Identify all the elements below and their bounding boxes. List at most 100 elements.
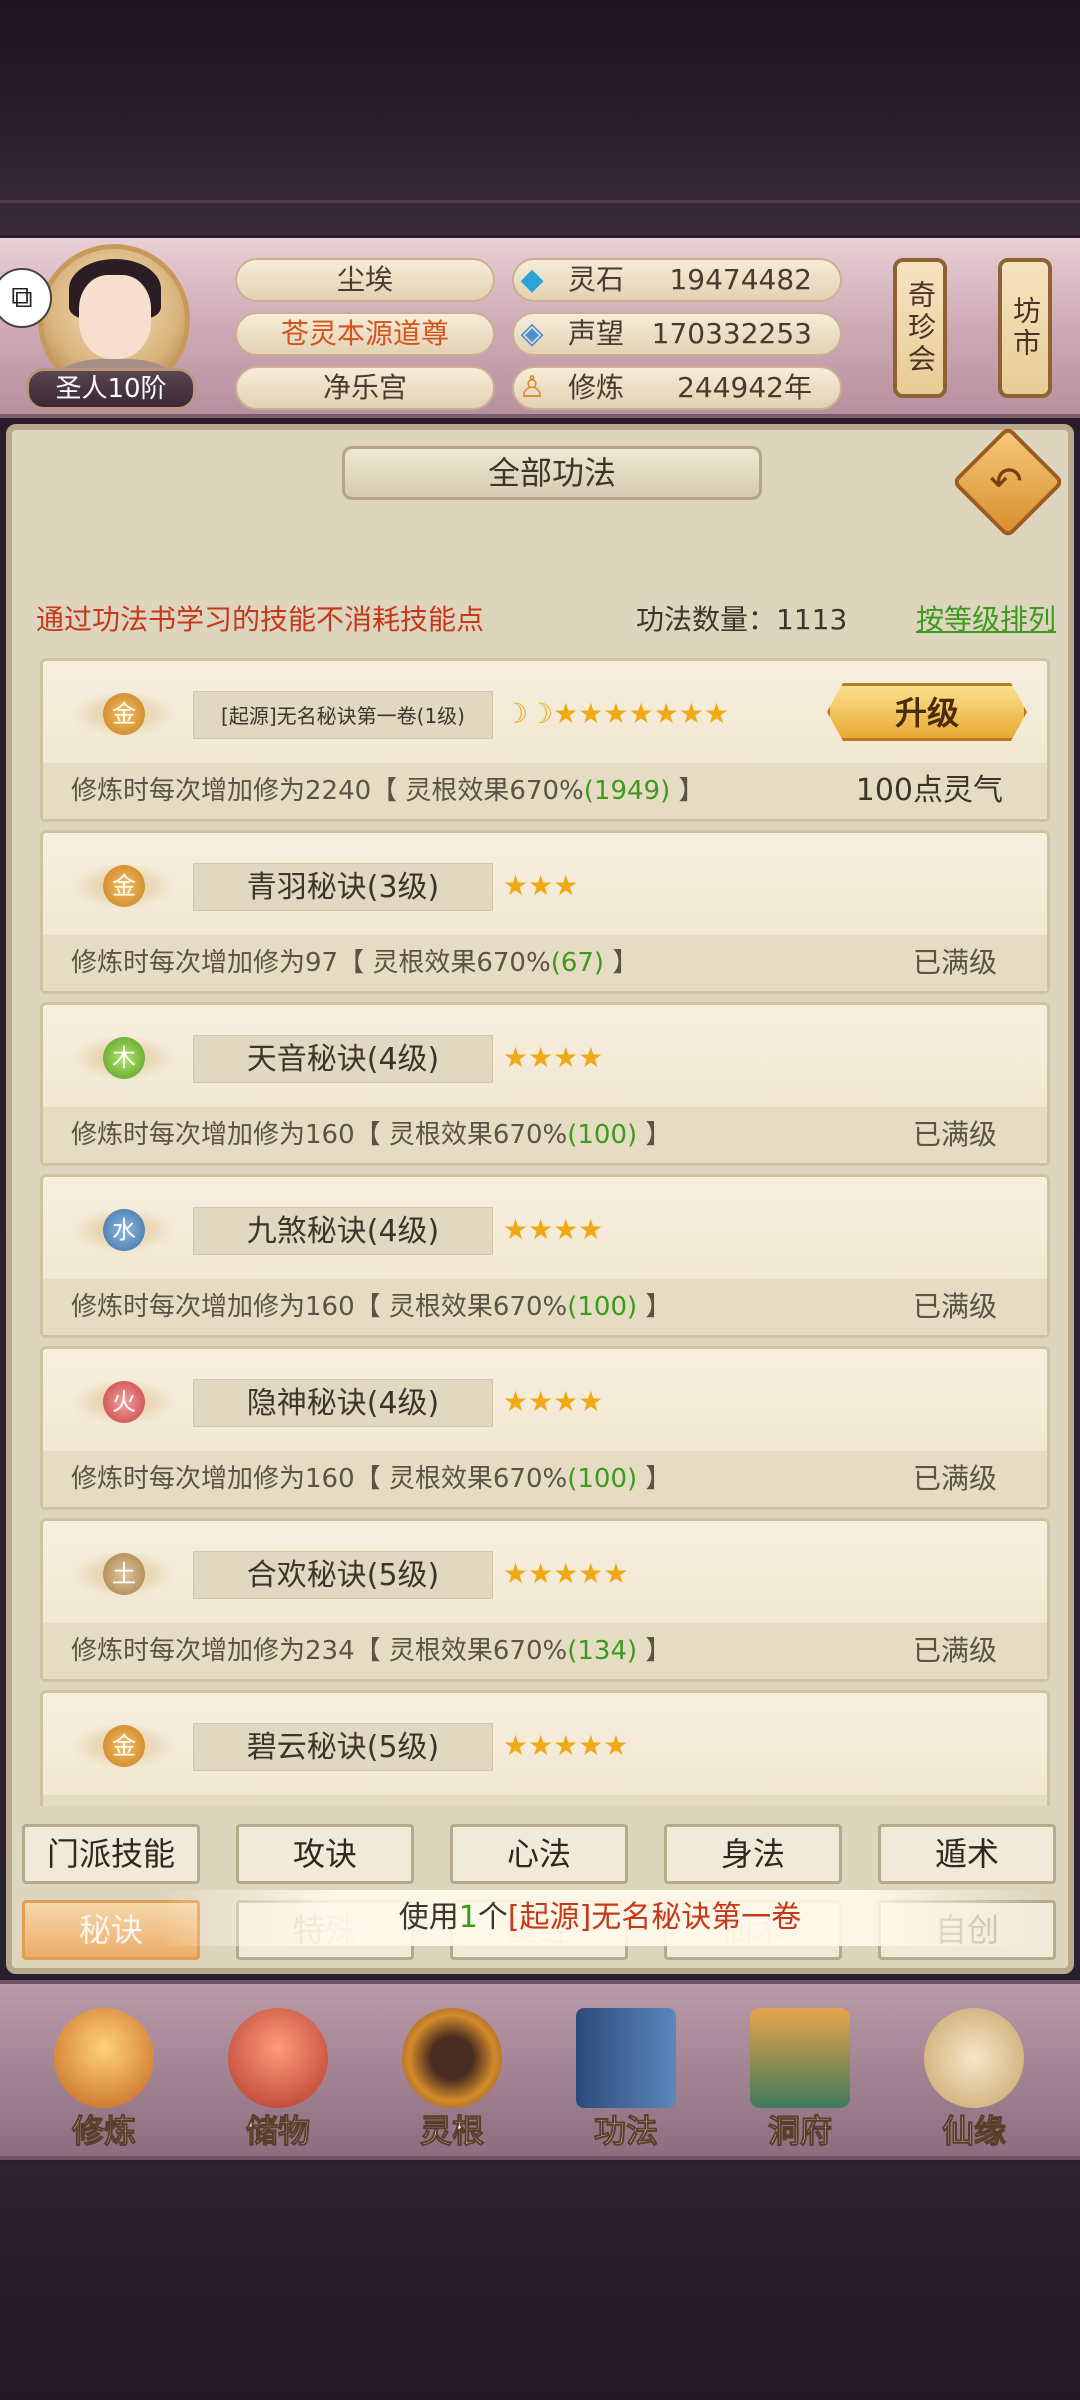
resource-reputation: ◈ 声望 170332253 bbox=[512, 312, 842, 356]
skill-rating: ★★★★ bbox=[503, 1041, 604, 1074]
notice-text: 通过功法书学习的技能不消耗技能点 bbox=[36, 603, 485, 636]
skill-rating: ★★★★ bbox=[503, 1213, 604, 1246]
reputation-icon: ◈ bbox=[520, 316, 544, 351]
element-badge: 土 bbox=[71, 1543, 175, 1605]
max-level-status: 已满级 bbox=[912, 1290, 997, 1323]
treasure-fair-button[interactable]: 奇珍会 bbox=[893, 258, 947, 398]
player-header: ⧉ 圣人10阶 尘埃 苍灵本源道尊 净乐宫 ◆ 灵石 19474482 ◈ 声望… bbox=[0, 238, 1080, 418]
max-level-status: 已满级 bbox=[912, 1118, 997, 1151]
skill-name: 隐神秘诀(4级) bbox=[193, 1379, 493, 1427]
desc-text: 修炼时每次增加修为2240【 灵根效果670% bbox=[71, 776, 584, 806]
toast-count: 1 bbox=[458, 1900, 478, 1935]
resource-label: 修炼 bbox=[568, 371, 625, 404]
element-badge: 水 bbox=[71, 1199, 175, 1261]
nav-label: 功法 bbox=[593, 2112, 658, 2151]
market-button[interactable]: 坊市 bbox=[998, 258, 1052, 398]
max-level-status: 已满级 bbox=[912, 1462, 997, 1495]
desc-text: 修炼时每次增加修为160【 灵根效果670% bbox=[71, 1120, 568, 1150]
spirit-stone-icon: ◆ bbox=[520, 262, 544, 297]
nav-fate[interactable]: 仙缘 bbox=[894, 1994, 1054, 2154]
desc-end: 】 bbox=[637, 1464, 672, 1494]
skill-card[interactable]: 木 天音秘诀(4级) ★★★★ 修炼时每次增加修为160【 灵根效果670%(1… bbox=[40, 1002, 1050, 1166]
element-badge: 火 bbox=[71, 1371, 175, 1433]
skill-rating: ★★★★★ bbox=[503, 1729, 629, 1762]
metal-element-icon: 金 bbox=[103, 1725, 145, 1767]
desc-bonus: (134) bbox=[567, 1636, 638, 1666]
skill-description: 修炼时每次增加修为234【 灵根效果670%(134) 】 bbox=[71, 1631, 671, 1671]
max-level-status: 已满级 bbox=[912, 946, 997, 979]
skills-panel: 全部功法 ↶ 通过功法书学习的技能不消耗技能点 功法数量：1113 按等级排列 … bbox=[6, 424, 1074, 1974]
page-title: 全部功法 bbox=[342, 446, 762, 500]
skill-rating: ☽☽★★★★★★★ bbox=[503, 697, 729, 730]
nav-cave[interactable]: 洞府 bbox=[720, 1994, 880, 2154]
rank-badge: 圣人10阶 bbox=[26, 368, 196, 410]
desc-end: 】 bbox=[604, 948, 639, 978]
gourd-icon bbox=[924, 2008, 1024, 2108]
element-badge: 金 bbox=[71, 683, 175, 745]
element-badge: 木 bbox=[71, 1027, 175, 1089]
max-level-status: 已满级 bbox=[912, 1634, 997, 1667]
skill-description: 修炼时每次增加修为2240【 灵根效果670%(1949) 】 bbox=[71, 771, 705, 811]
water-element-icon: 水 bbox=[103, 1209, 145, 1251]
toast-item: [起源]无名秘诀第一卷 bbox=[507, 1900, 802, 1935]
nav-label: 灵根 bbox=[419, 2112, 484, 2151]
cultivation-icon: ♙ bbox=[518, 370, 546, 405]
skill-card[interactable]: 金 [起源]无名秘诀第一卷(1级) ☽☽★★★★★★★ 升级 修炼时每次增加修为… bbox=[40, 658, 1050, 822]
skill-rating: ★★★★ bbox=[503, 1385, 604, 1418]
resource-value: 170332253 bbox=[651, 317, 812, 350]
resource-spirit-stone: ◆ 灵石 19474482 bbox=[512, 258, 842, 302]
skill-card[interactable]: 金 碧云秘诀(5级) ★★★★★ bbox=[40, 1690, 1050, 1806]
skill-rating: ★★★★★ bbox=[503, 1557, 629, 1590]
skill-card[interactable]: 火 隐神秘诀(4级) ★★★★ 修炼时每次增加修为160【 灵根效果670%(1… bbox=[40, 1346, 1050, 1510]
resource-cultivation: ♙ 修炼 244942年 bbox=[512, 366, 842, 410]
element-badge: 金 bbox=[71, 855, 175, 917]
nav-cultivate[interactable]: 修炼 bbox=[24, 1994, 184, 2154]
nav-label: 洞府 bbox=[767, 2112, 832, 2151]
element-badge: 金 bbox=[71, 1715, 175, 1777]
earth-element-icon: 土 bbox=[103, 1553, 145, 1595]
nav-storage[interactable]: 储物 bbox=[198, 1994, 358, 2154]
skill-description: 修炼时每次增加修为160【 灵根效果670%(100) 】 bbox=[71, 1115, 671, 1155]
nav-spirit-root[interactable]: 灵根 bbox=[372, 1994, 532, 2154]
top-backdrop bbox=[0, 0, 1080, 235]
skill-name: 九煞秘诀(4级) bbox=[193, 1207, 493, 1255]
tab-escape[interactable]: 遁术 bbox=[878, 1824, 1056, 1884]
skill-rating: ★★★ bbox=[503, 869, 579, 902]
player-sect: 净乐宫 bbox=[235, 366, 495, 410]
resource-value: 19474482 bbox=[669, 263, 812, 296]
skill-list[interactable]: 金 [起源]无名秘诀第一卷(1级) ☽☽★★★★★★★ 升级 修炼时每次增加修为… bbox=[40, 658, 1050, 1806]
info-row: 通过功法书学习的技能不消耗技能点 功法数量：1113 按等级排列 bbox=[36, 598, 1056, 642]
player-name: 尘埃 bbox=[235, 258, 495, 302]
tab-sect-skills[interactable]: 门派技能 bbox=[22, 1824, 200, 1884]
book-icon bbox=[576, 2008, 676, 2108]
sort-by-level-link[interactable]: 按等级排列 bbox=[916, 598, 1056, 638]
tab-mind[interactable]: 心法 bbox=[450, 1824, 628, 1884]
skill-card[interactable]: 金 青羽秘诀(3级) ★★★ 修炼时每次增加修为97【 灵根效果670%(67)… bbox=[40, 830, 1050, 994]
upgrade-button[interactable]: 升级 bbox=[827, 683, 1027, 741]
skill-name: 天音秘诀(4级) bbox=[193, 1035, 493, 1083]
player-title: 苍灵本源道尊 bbox=[235, 312, 495, 356]
back-arrow-icon: ↶ bbox=[989, 459, 1023, 505]
bottom-backdrop bbox=[0, 2164, 1080, 2400]
resource-label: 灵石 bbox=[568, 263, 625, 296]
nav-label: 储物 bbox=[245, 2112, 310, 2151]
desc-bonus: (67) bbox=[550, 948, 605, 978]
desc-bonus: (100) bbox=[567, 1464, 638, 1494]
desc-end: 】 bbox=[670, 776, 705, 806]
toast-prefix: 使用 bbox=[398, 1900, 459, 1935]
skill-name: [起源]无名秘诀第一卷(1级) bbox=[193, 691, 493, 739]
desc-bonus: (100) bbox=[567, 1120, 638, 1150]
avatar-face bbox=[79, 275, 151, 359]
desc-text: 修炼时每次增加修为234【 灵根效果670% bbox=[71, 1636, 568, 1666]
tab-attack[interactable]: 攻诀 bbox=[236, 1824, 414, 1884]
skill-name: 合欢秘诀(5级) bbox=[193, 1551, 493, 1599]
nav-skills[interactable]: 功法 bbox=[546, 1994, 706, 2154]
card-footer bbox=[43, 1795, 1047, 1806]
skill-card[interactable]: 土 合欢秘诀(5级) ★★★★★ 修炼时每次增加修为234【 灵根效果670%(… bbox=[40, 1518, 1050, 1682]
tab-movement[interactable]: 身法 bbox=[664, 1824, 842, 1884]
bottom-nav: 修炼 储物 灵根 功法 洞府 仙缘 bbox=[0, 1980, 1080, 2160]
desc-end: 】 bbox=[637, 1636, 672, 1666]
nav-label: 修炼 bbox=[71, 2112, 136, 2151]
skill-card[interactable]: 水 九煞秘诀(4级) ★★★★ 修炼时每次增加修为160【 灵根效果670%(1… bbox=[40, 1174, 1050, 1338]
resource-label: 声望 bbox=[568, 317, 625, 350]
